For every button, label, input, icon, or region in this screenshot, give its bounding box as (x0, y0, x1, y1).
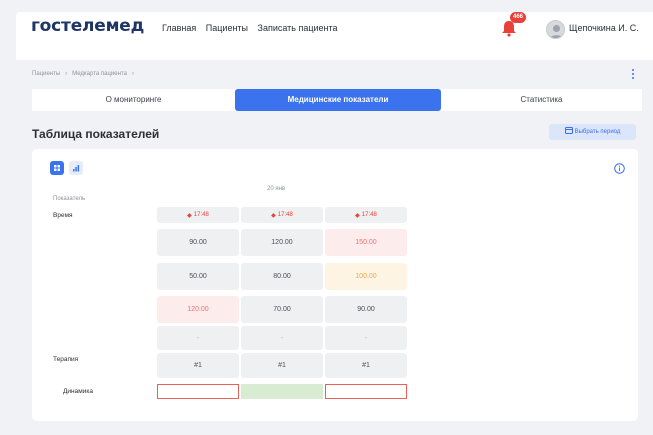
time-marker-icon: ◆ (271, 212, 276, 219)
breadcrumb-medcard[interactable]: Медкарта пациента (72, 71, 127, 77)
time-marker-icon: ◆ (355, 212, 360, 219)
time-cell: ◆ 17:48 (325, 207, 407, 223)
breadcrumb-separator-icon: › (131, 71, 134, 77)
tab-about-monitoring[interactable]: О мониторинге (32, 89, 235, 111)
time-value: 17:48 (193, 212, 209, 218)
time-value: 17:48 (361, 212, 377, 218)
more-menu-icon[interactable] (631, 69, 635, 81)
value-cell[interactable]: 80.00 (241, 263, 323, 290)
value-cell[interactable]: 100.00 (325, 263, 407, 290)
date-header: 20 янв (267, 186, 286, 192)
grid-icon (54, 165, 60, 171)
value-cell[interactable]: 70.00 (241, 296, 323, 323)
avatar[interactable] (546, 20, 565, 39)
row-label-dynamics: Динамика (63, 388, 93, 395)
value-cell[interactable]: - (325, 326, 407, 350)
value-cell[interactable]: 150.00 (325, 229, 407, 256)
value-cell[interactable]: - (241, 326, 323, 350)
row-label-time: Время (53, 212, 73, 219)
info-icon[interactable] (614, 163, 625, 174)
table-view-button[interactable] (50, 161, 64, 175)
time-cell: ◆ 17:48 (157, 207, 239, 223)
breadcrumb-patients[interactable]: Пациенты (32, 71, 60, 77)
chart-view-button[interactable] (69, 161, 83, 175)
therapy-cell[interactable]: #1 (325, 353, 407, 378)
indicator-column-header: Показатель (53, 196, 86, 202)
therapy-cell[interactable]: #1 (241, 353, 323, 378)
calendar-icon (564, 127, 573, 134)
dynamics-cell-negative (157, 384, 239, 399)
select-period-label: Выбрать период (574, 129, 621, 135)
tab-statistics[interactable]: Статистика (441, 89, 642, 111)
dynamics-cell-positive (241, 384, 323, 399)
nav-patients[interactable]: Пациенты (206, 23, 248, 33)
chart-icon (73, 165, 80, 172)
tab-bar: О мониторинге Медицинские показатели Ста… (32, 89, 642, 111)
nav-home[interactable]: Главная (162, 23, 196, 33)
value-cell[interactable]: 120.00 (157, 296, 239, 323)
time-marker-icon: ◆ (187, 212, 192, 219)
nav-book-patient[interactable]: Записать пациента (258, 23, 338, 33)
value-cell[interactable]: - (157, 326, 239, 350)
user-name[interactable]: Щепочкина И. С. (569, 23, 639, 33)
value-cell[interactable]: 90.00 (325, 296, 407, 323)
page-title: Таблица показателей (32, 127, 160, 141)
dynamics-cell-negative (325, 384, 407, 399)
value-cell[interactable]: 120.00 (241, 229, 323, 256)
value-cell[interactable]: 50.00 (157, 263, 239, 290)
breadcrumb-separator-icon: › (65, 71, 68, 77)
therapy-cell[interactable]: #1 (157, 353, 239, 378)
breadcrumb: Пациенты › Медкарта пациента › (32, 71, 139, 77)
logo[interactable]: гостелемед (31, 16, 144, 36)
row-label-therapy: Терапия (53, 356, 79, 363)
select-period-button[interactable]: Выбрать период (549, 124, 636, 140)
notification-badge: 466 (510, 12, 527, 23)
time-value: 17:48 (277, 212, 293, 218)
value-cell[interactable]: 90.00 (157, 229, 239, 256)
time-cell: ◆ 17:48 (241, 207, 323, 223)
main-nav: Главная Пациенты Записать пациента (162, 23, 345, 33)
tab-medical-indicators[interactable]: Медицинские показатели (235, 89, 441, 111)
